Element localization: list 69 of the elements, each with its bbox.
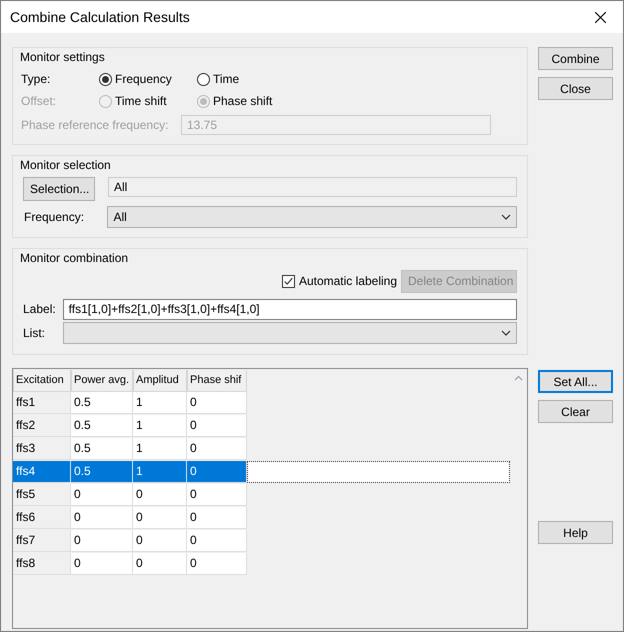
group-title: Monitor combination <box>20 251 130 265</box>
radio-indicator[interactable] <box>99 72 112 86</box>
table-cell: 0.5 <box>71 415 133 437</box>
column-header[interactable]: Amplitud <box>133 370 187 392</box>
dropdown[interactable]: All <box>107 206 517 228</box>
table-cell: 0 <box>71 484 133 506</box>
table-cell: 0 <box>187 530 247 552</box>
table-cell: 0 <box>71 530 133 552</box>
table-cell: 0 <box>187 438 247 460</box>
column-header[interactable]: Phase shif <box>187 370 247 392</box>
input-field[interactable]: ffs1[1,0]+ffs2[1,0]+ffs3[1,0]+ffs4[1,0] <box>62 298 517 320</box>
table-row[interactable]: ffs6 0 0 0 <box>13 507 510 529</box>
table-cell: 1 <box>133 392 187 414</box>
field-label: Frequency: <box>23 210 86 224</box>
dialog-button[interactable]: Clear <box>538 400 613 423</box>
field-label: Phase reference frequency: <box>21 118 170 132</box>
table-cell: ffs7 <box>13 530 71 552</box>
table-cell: 0.5 <box>71 392 133 414</box>
table-cell: 0 <box>133 530 187 552</box>
table-cell: 1 <box>133 461 187 483</box>
table-cell: 0 <box>187 507 247 529</box>
automatic-labeling-checkbox[interactable]: Automatic labeling <box>282 274 397 288</box>
table-cell: ffs6 <box>13 507 71 529</box>
dialog-button[interactable]: Set All... <box>538 370 613 393</box>
table-row[interactable]: ffs1 0.5 1 0 <box>13 392 510 414</box>
field-label: List: <box>22 326 46 340</box>
field-label: Label: <box>22 302 57 316</box>
table-cell: 0 <box>71 507 133 529</box>
table-row[interactable]: ffs3 0.5 1 0 <box>13 438 510 460</box>
table-cell: 0.5 <box>71 438 133 460</box>
close-icon[interactable] <box>594 12 606 22</box>
table-cell: 0 <box>133 507 187 529</box>
table-cell: ffs5 <box>13 484 71 506</box>
table-cell: ffs1 <box>13 392 71 414</box>
table-cell: 0 <box>187 415 247 437</box>
field-label: Offset: <box>21 94 58 108</box>
table-cell: ffs3 <box>13 438 71 460</box>
radio-button[interactable]: Time <box>197 72 295 86</box>
table-cell: ffs8 <box>13 553 71 575</box>
table-cell: 0.5 <box>71 461 133 483</box>
table-cell: 1 <box>133 438 187 460</box>
field-label: Type: <box>21 72 52 86</box>
table-cell: 0 <box>187 461 247 483</box>
radio-button[interactable]: Frequency <box>99 72 197 86</box>
table-cell: 0 <box>133 484 187 506</box>
column-header[interactable]: Power avg. <box>71 370 133 392</box>
window-title: Combine Calculation Results <box>10 9 190 25</box>
dialog-button[interactable]: Combine <box>538 47 613 70</box>
checkbox-icon[interactable] <box>282 274 295 288</box>
table-cell: 1 <box>133 415 187 437</box>
table-cell: 0 <box>187 484 247 506</box>
selection-button[interactable]: Selection... <box>23 176 95 200</box>
column-header[interactable]: Excitation <box>13 370 71 392</box>
table-cell: 0 <box>133 553 187 575</box>
table-row[interactable]: ffs5 0 0 0 <box>13 484 510 506</box>
help-button[interactable]: Help <box>538 521 613 544</box>
table-row[interactable]: ffs7 0 0 0 <box>13 530 510 552</box>
table-cell: ffs2 <box>13 415 71 437</box>
table-cell: 0 <box>71 553 133 575</box>
group-title: Monitor selection <box>20 158 112 172</box>
table-cell: 0 <box>187 392 247 414</box>
table-cell: 0 <box>187 553 247 575</box>
table-row[interactable]: ffs8 0 0 0 <box>13 553 510 575</box>
input-field[interactable]: All <box>108 177 517 197</box>
dialog-button[interactable]: Close <box>538 77 613 100</box>
radio-indicator[interactable] <box>197 72 210 86</box>
table-row[interactable]: ffs2 0.5 1 0 <box>13 415 510 437</box>
group-title: Monitor settings <box>20 50 106 64</box>
table-cell: ffs4 <box>13 461 71 483</box>
